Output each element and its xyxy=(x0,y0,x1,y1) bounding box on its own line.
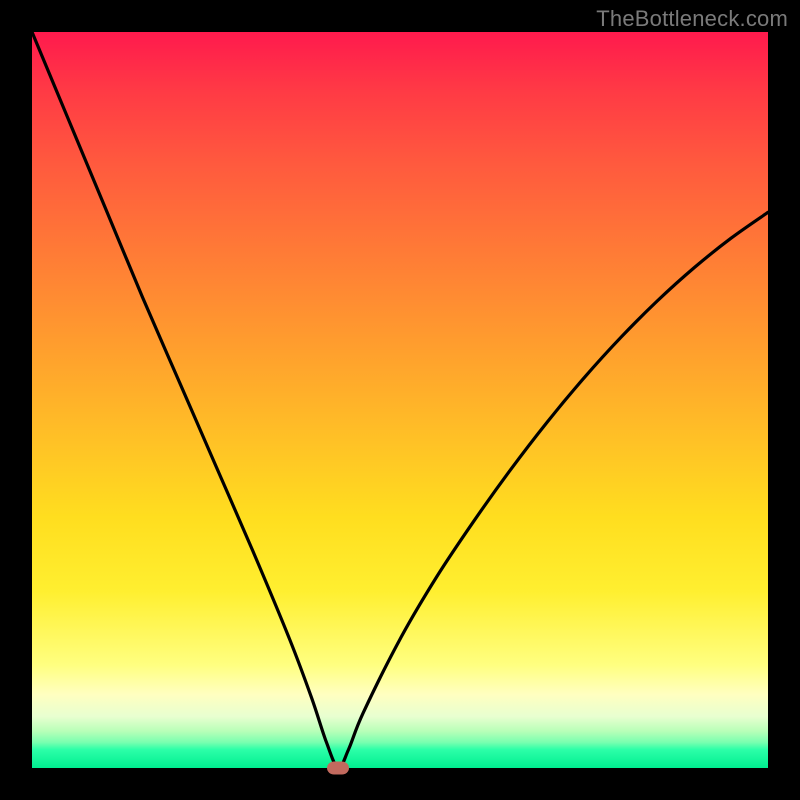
chart-plot-area xyxy=(32,32,768,768)
watermark-label: TheBottleneck.com xyxy=(596,6,788,32)
chart-frame: TheBottleneck.com xyxy=(0,0,800,800)
minimum-marker xyxy=(327,762,349,775)
bottleneck-curve xyxy=(32,32,768,768)
